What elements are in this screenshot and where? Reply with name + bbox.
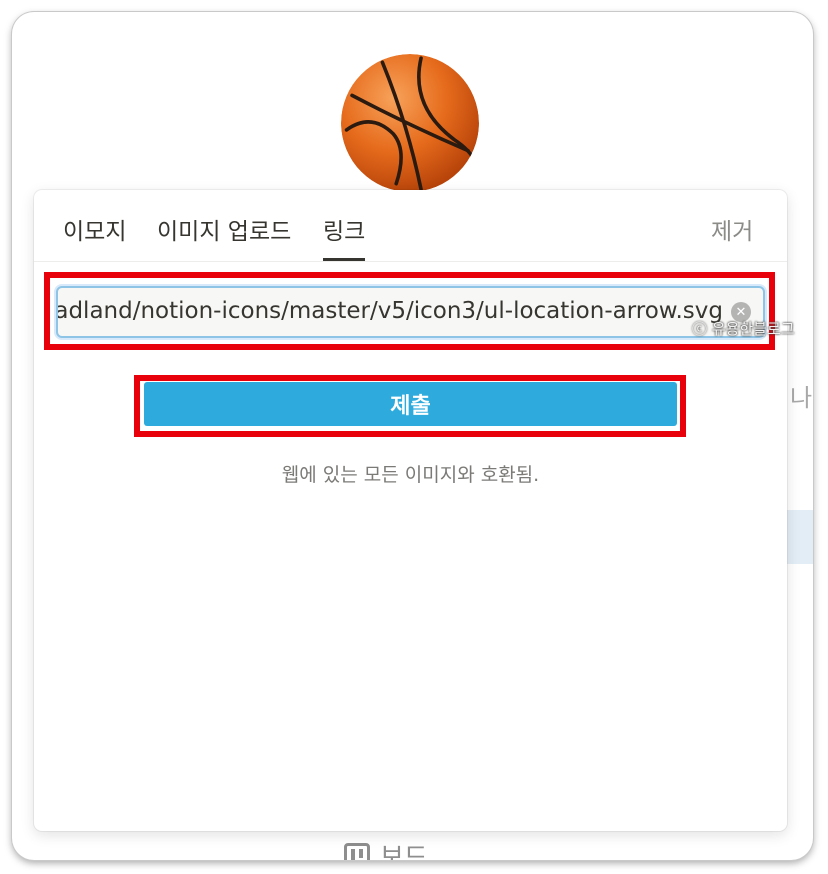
- tab-link[interactable]: 링크: [323, 212, 366, 261]
- tab-upload-image[interactable]: 이미지 업로드: [157, 212, 291, 246]
- link-url-input[interactable]: adland/notion-icons/master/v5/icon3/ul-l…: [56, 286, 765, 338]
- board-icon: [344, 842, 370, 860]
- icon-picker-popover: 이모지 이미지 업로드 링크 제거 adland/notion-icons/ma…: [34, 190, 795, 831]
- background-page-text: 나, 이: [790, 384, 813, 412]
- watermark: ⓒ 유용한블로그: [692, 320, 795, 338]
- background-board-view[interactable]: 보드: [344, 837, 428, 860]
- icon-picker-tabs: 이모지 이미지 업로드 링크 제거: [34, 190, 787, 262]
- tab-emoji[interactable]: 이모지: [63, 212, 126, 246]
- app-window: 나, 이 보드 이모지 이미지: [12, 12, 813, 860]
- compatibility-hint: 웹에 있는 모든 이미지와 호환됨.: [281, 464, 540, 486]
- basketball-icon[interactable]: [341, 54, 479, 192]
- remove-button[interactable]: 제거: [711, 212, 753, 246]
- link-url-value: adland/notion-icons/master/v5/icon3/ul-l…: [56, 298, 723, 324]
- submit-button[interactable]: 제출: [144, 382, 677, 426]
- board-label: 보드: [380, 843, 428, 860]
